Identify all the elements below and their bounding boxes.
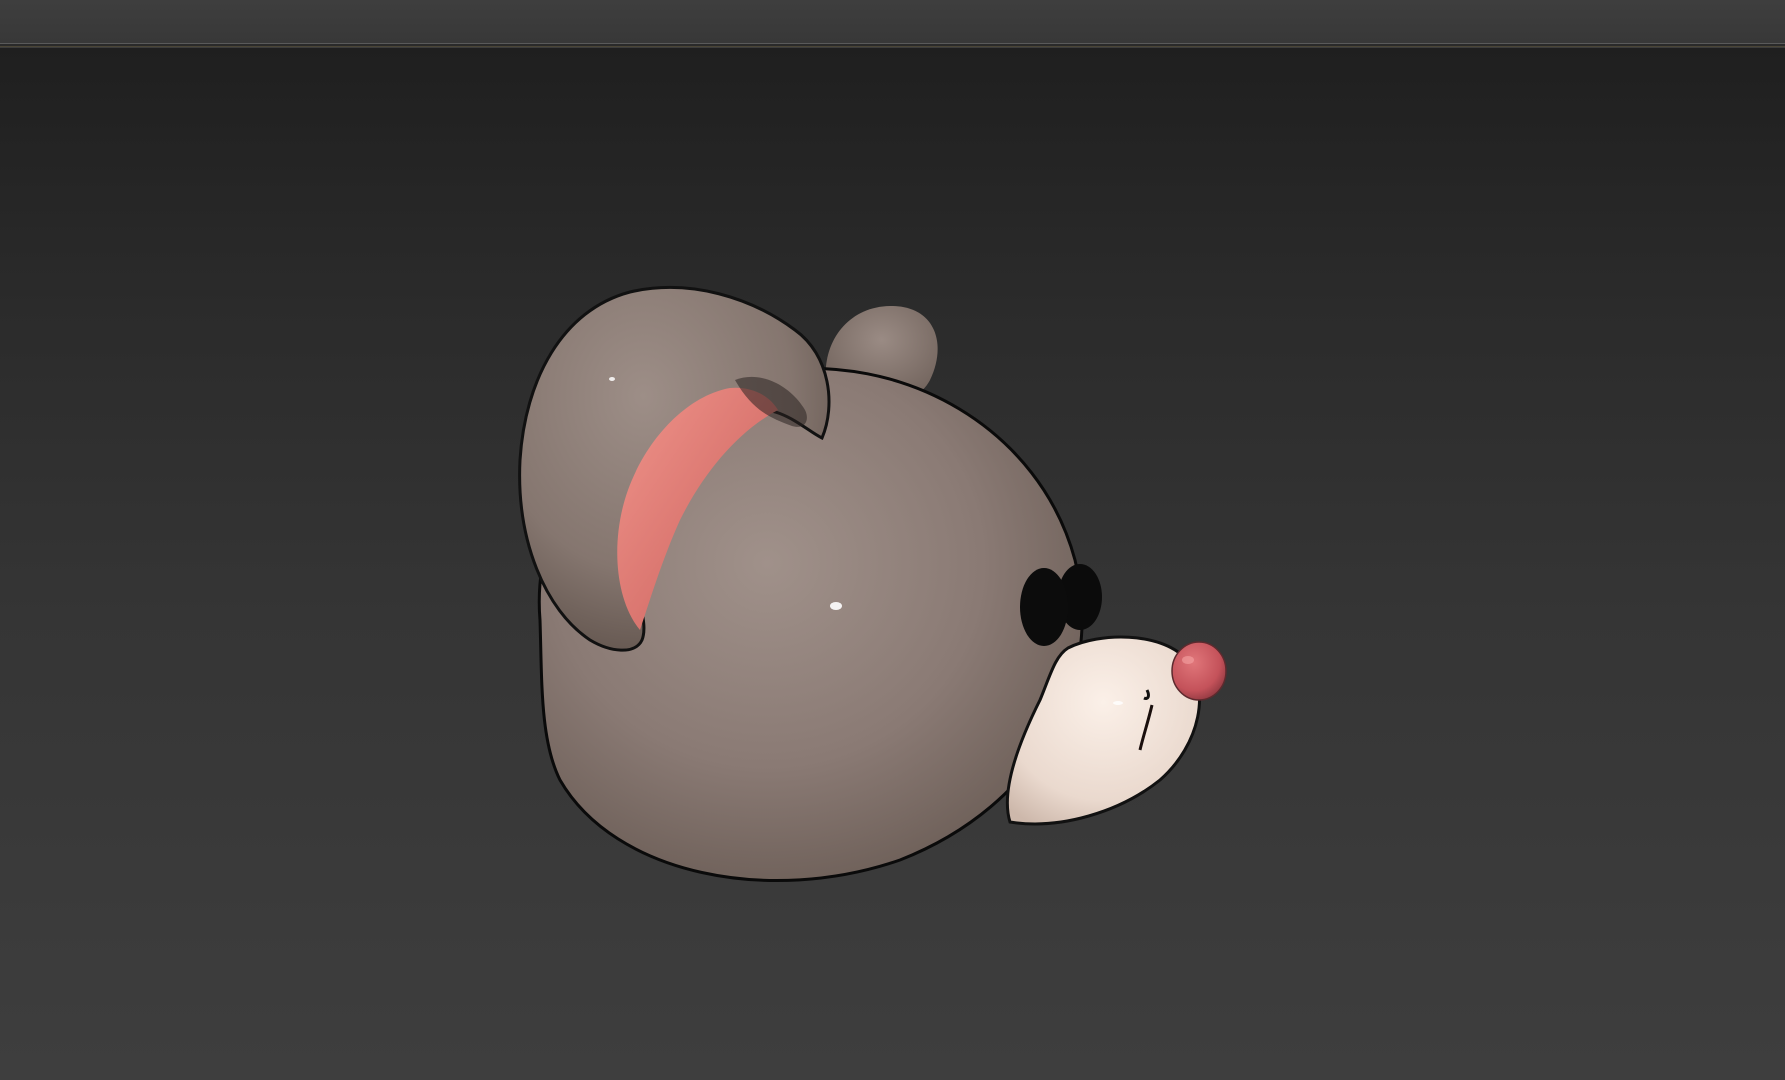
3d-viewport[interactable]: [0, 48, 1785, 1080]
title-bar: [0, 0, 1785, 44]
head-highlight: [830, 602, 842, 610]
mouse-head-model[interactable]: [0, 48, 1785, 1080]
application-window: [0, 0, 1785, 1080]
viewport-border: [0, 44, 1785, 47]
nose: [1171, 641, 1227, 701]
front-eye: [1020, 568, 1068, 646]
